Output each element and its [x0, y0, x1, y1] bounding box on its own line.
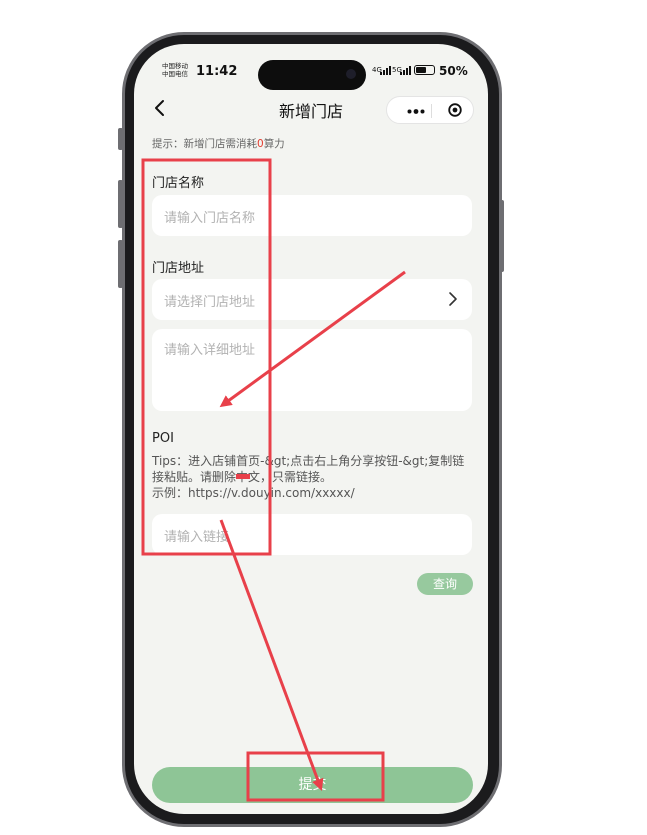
- poi-tips-text: Tips：进入店铺首页-&gt;点击右上角分享按钮-&gt;复制链接粘贴。请删除…: [152, 454, 465, 484]
- store-address-placeholder: 请选择门店地址: [164, 295, 256, 310]
- phone-power-button: [499, 200, 504, 272]
- battery-percent: 50%: [439, 64, 468, 78]
- query-button[interactable]: 查询: [417, 573, 473, 595]
- more-dots-icon[interactable]: [407, 109, 425, 114]
- battery-icon: [414, 65, 435, 75]
- store-name-label: 门店名称: [152, 176, 205, 191]
- mini-program-capsule: [386, 96, 474, 124]
- nav-bar: 新增门店: [134, 92, 488, 126]
- phone-volume-up-button: [118, 180, 123, 228]
- carrier-1: 中国移动: [162, 62, 188, 70]
- carrier-2: 中国电信: [162, 70, 188, 78]
- carrier-info: 中国移动 中国电信: [162, 62, 188, 78]
- poi-tips: Tips：进入店铺首页-&gt;点击右上角分享按钮-&gt;复制链接粘贴。请删除…: [152, 453, 474, 501]
- chevron-right-icon: [449, 292, 457, 306]
- hint-count: 0: [257, 138, 264, 150]
- detail-address-textarea[interactable]: 请输入详细地址: [152, 329, 472, 411]
- poi-example-text: 示例：https://v.douyin.com/xxxxx/: [152, 486, 355, 500]
- signal-bars-2-icon: [400, 65, 411, 75]
- store-address-label: 门店地址: [152, 261, 205, 276]
- hint-prefix: 提示：新增门店需消耗: [152, 138, 257, 150]
- battery-level-fill: [416, 67, 426, 73]
- phone-silent-switch: [118, 128, 123, 150]
- poi-link-input[interactable]: 请输入链接: [152, 514, 472, 555]
- poi-label: POI: [152, 431, 174, 446]
- hint-suffix: 算力: [263, 138, 285, 150]
- detail-address-placeholder: 请输入详细地址: [164, 343, 256, 358]
- store-address-picker[interactable]: 请选择门店地址: [152, 279, 472, 320]
- submit-button[interactable]: 提交: [152, 767, 473, 803]
- front-camera: [346, 69, 356, 79]
- status-bar: 中国移动 中国电信 11:42 4G 5G 50%: [134, 44, 488, 90]
- capsule-divider: [431, 104, 432, 118]
- status-time: 11:42: [196, 64, 238, 79]
- cost-hint: 提示：新增门店需消耗0算力: [152, 136, 285, 151]
- phone-screen: 中国移动 中国电信 11:42 4G 5G 50% 新增门店 提示：新增门店需消…: [134, 44, 488, 814]
- poi-link-placeholder: 请输入链接: [164, 530, 230, 545]
- phone-volume-down-button: [118, 240, 123, 288]
- signal-bars-1-icon: [380, 65, 391, 75]
- store-name-input[interactable]: 请输入门店名称: [152, 195, 472, 236]
- target-circle-icon[interactable]: [448, 103, 462, 117]
- store-name-placeholder: 请输入门店名称: [164, 211, 256, 226]
